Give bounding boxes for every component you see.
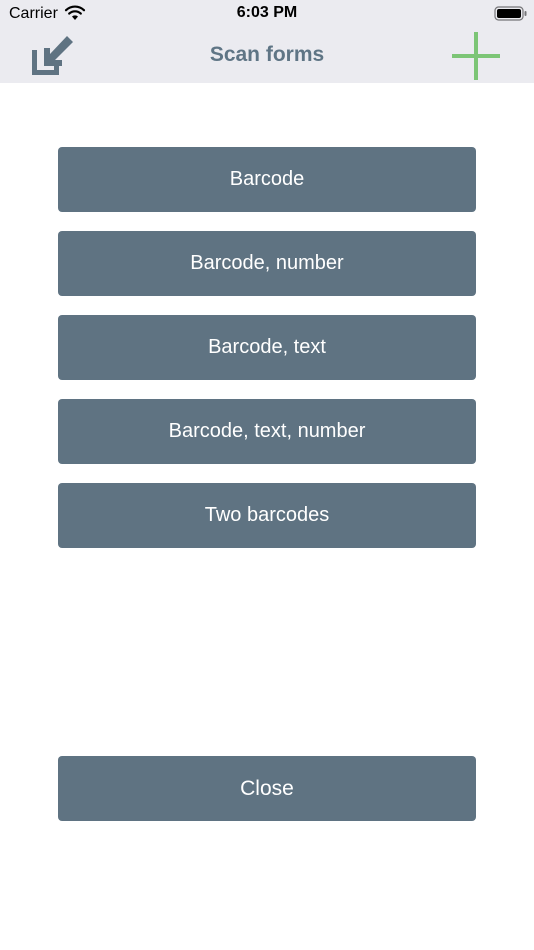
battery-icon xyxy=(494,6,527,21)
scan-form-list: Barcode Barcode, number Barcode, text Ba… xyxy=(58,147,476,567)
plus-icon xyxy=(452,32,500,80)
form-button-barcode-number[interactable]: Barcode, number xyxy=(58,231,476,296)
form-button-barcode-text-number[interactable]: Barcode, text, number xyxy=(58,399,476,464)
status-bar: Carrier 6:03 PM xyxy=(0,0,534,28)
form-button-barcode-text[interactable]: Barcode, text xyxy=(58,315,476,380)
status-time: 6:03 PM xyxy=(236,4,298,21)
navigation-bar: Scan forms xyxy=(0,28,534,83)
add-form-button[interactable] xyxy=(448,31,504,81)
form-button-barcode[interactable]: Barcode xyxy=(58,147,476,212)
form-button-two-barcodes[interactable]: Two barcodes xyxy=(58,483,476,548)
close-button[interactable]: Close xyxy=(58,756,476,821)
